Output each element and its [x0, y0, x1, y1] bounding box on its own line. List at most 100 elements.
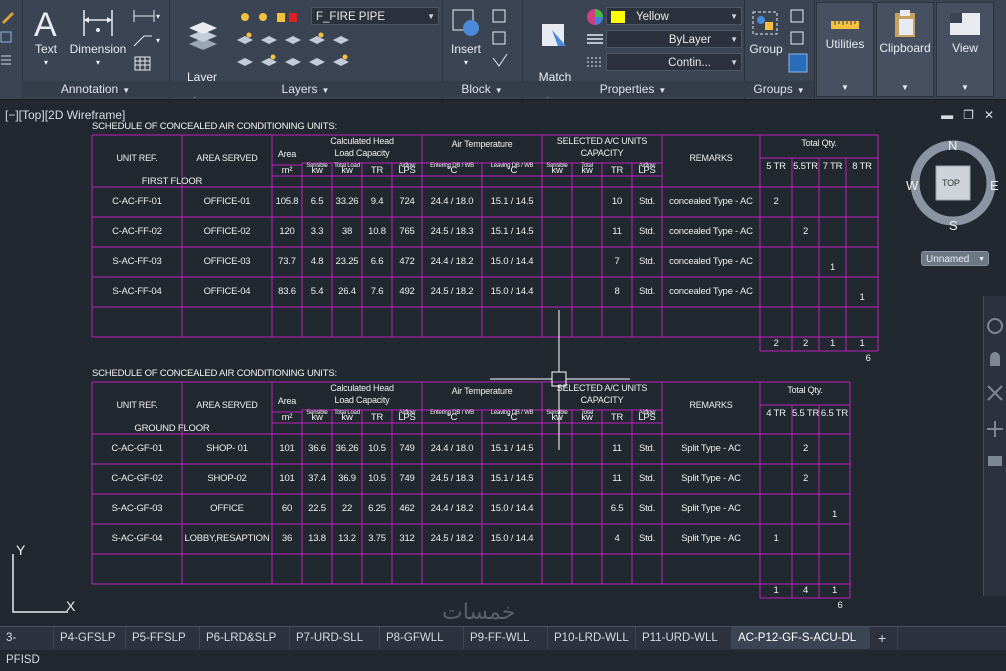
list-icon[interactable]	[0, 52, 16, 68]
leader-icon[interactable]: ▾	[132, 32, 162, 48]
layout-tab[interactable]: P5-FFSLP	[126, 627, 200, 649]
table-cell: Split Type - AC	[681, 533, 741, 544]
color-value: Yellow	[636, 11, 669, 23]
grand-total: 6	[837, 600, 843, 611]
schedule-ground-floor[interactable]: SCHEDULE OF CONCEALED AIR CONDITIONING U…	[91, 368, 882, 611]
insert-button[interactable]: Insert ▾	[446, 6, 486, 70]
layout-tab[interactable]: P9-FF-WLL	[464, 627, 548, 649]
table-cell: 15.0 / 14.4	[490, 503, 534, 514]
viewport-controls-label[interactable]: [−][Top][2D Wireframe]	[5, 108, 125, 122]
qty-cell: 2	[802, 226, 809, 237]
header-lps: LPS	[638, 165, 656, 176]
compass-south[interactable]: S	[949, 218, 958, 233]
block-panel-label[interactable]: Block ▼	[442, 81, 522, 97]
header-qty-col: 4 TR	[766, 408, 786, 419]
header-area-unit: m²	[281, 412, 293, 423]
dimension-button[interactable]: Dimension ▾	[68, 6, 128, 70]
layout-tab[interactable]: P6-LRD&SLP	[200, 627, 290, 649]
table-cell: Std.	[638, 226, 656, 237]
pencil-icon[interactable]	[0, 8, 16, 24]
chevron-down-icon: ▼	[841, 83, 849, 92]
layout-tab[interactable]: AC-P12-GF-S-ACU-DL	[732, 627, 870, 649]
qty-cell: 2	[802, 443, 809, 454]
layout-tab[interactable]: P10-LRD-WLL	[548, 627, 636, 649]
header-remarks: REMARKS	[689, 400, 733, 410]
schedule-first-floor[interactable]: SCHEDULE OF CONCEALED AIR CONDITIONING U…	[91, 121, 882, 364]
insert-block-icon	[452, 9, 479, 36]
group-tools-icons[interactable]	[788, 8, 810, 78]
properties-panel-label[interactable]: Properties ▼	[522, 81, 744, 97]
table-cell: Split Type - AC	[681, 473, 741, 484]
ucs-dropdown[interactable]: Unnamed ▼	[921, 251, 989, 266]
panel-block: Insert ▾ Block ▼	[442, 0, 523, 99]
table-cell: Split Type - AC	[681, 443, 741, 454]
layout-tab[interactable]: P4-GFSLP	[54, 627, 126, 649]
table-cell: 15.0 / 14.4	[490, 286, 534, 297]
linetype-dropdown[interactable]: Contin... ▼	[606, 53, 742, 71]
header-area-served: AREA SERVED	[196, 153, 258, 163]
close-icon[interactable]: ✕	[984, 108, 994, 122]
layout-tab[interactable]: P8-GFWLL	[380, 627, 464, 649]
drawing-viewport[interactable]: [−][Top][2D Wireframe] ▬ ❐ ✕ SCHEDULE OF C…	[0, 100, 1006, 626]
compass-north[interactable]: N	[948, 138, 957, 153]
header-tr: TR	[370, 412, 384, 423]
layer-dropdown[interactable]: F_FIRE PIPE ▼	[311, 7, 439, 25]
table-cell: 36	[281, 533, 293, 544]
groups-panel-label[interactable]: Groups ▼	[744, 81, 814, 97]
linear-dim-icon[interactable]: ▾	[132, 8, 162, 24]
table-cell: 765	[399, 226, 415, 237]
annotation-panel-label[interactable]: Annotation ▼	[22, 81, 169, 97]
match-properties-icon	[542, 24, 566, 46]
utilities-button[interactable]: Utilities ▼	[816, 2, 874, 97]
modify-icon[interactable]	[0, 30, 16, 46]
layout-tab[interactable]: P7-URD-SLL	[290, 627, 380, 649]
color-dropdown[interactable]: Yellow ▼	[606, 7, 742, 25]
dimension-button-label: Dimension	[69, 42, 127, 56]
block-tools-icons[interactable]	[490, 8, 512, 72]
viewport-window-controls: ▬ ❐ ✕	[931, 108, 994, 122]
view-button[interactable]: View ▼	[936, 2, 994, 97]
chevron-down-icon: ▼	[961, 83, 969, 92]
table-cell: 24.4 / 18.2	[430, 256, 474, 267]
table-cell: 13.2	[338, 533, 356, 544]
header-deg: °C	[446, 165, 458, 176]
table-cell: concealed Type - AC	[669, 256, 753, 267]
group-label: Group	[749, 42, 783, 56]
compass-east[interactable]: E	[990, 178, 999, 193]
table-cell: 15.0 / 14.4	[490, 533, 534, 544]
layout-tab[interactable]: P11-URD-WLL	[636, 627, 732, 649]
table-icon[interactable]	[134, 56, 152, 72]
table-cell: 15.1 / 14.5	[490, 226, 534, 237]
navigation-bar[interactable]	[983, 296, 1006, 596]
total-cell: 1	[859, 338, 865, 349]
clipboard-label: Clipboard	[879, 41, 931, 55]
view-icon	[950, 13, 980, 35]
header-kw: kw	[581, 165, 593, 176]
table-cell: 5.4	[310, 286, 324, 297]
restore-icon[interactable]: ❐	[963, 108, 974, 122]
total-cell: 2	[802, 338, 809, 349]
table-cell: 105.8	[275, 196, 299, 207]
table-cell: 4.8	[310, 256, 324, 267]
lineweight-dropdown[interactable]: ByLayer ▼	[606, 30, 742, 48]
navbar-tools-icons	[987, 318, 1003, 466]
minimize-icon[interactable]: ▬	[941, 108, 953, 122]
header-kw: kw	[311, 412, 323, 423]
table-cell: 11	[612, 226, 622, 237]
insert-label: Insert	[450, 42, 481, 56]
compass-west[interactable]: W	[906, 178, 918, 193]
header-load-capacity: Load Capacity	[334, 395, 390, 405]
viewcube[interactable]: N S E W TOP	[904, 134, 1002, 233]
clipboard-button[interactable]: Clipboard ▼	[876, 2, 934, 97]
ucs-x-label: X	[66, 598, 76, 614]
table-cell: 33.26	[335, 196, 359, 207]
layer-tools-icons[interactable]	[235, 30, 359, 74]
add-tab-button[interactable]: +	[872, 627, 898, 649]
layout-tab[interactable]: 3-PFISD	[0, 627, 54, 666]
group-button[interactable]: Group	[746, 6, 786, 56]
text-button[interactable]: A Text ▾	[26, 6, 66, 70]
viewcube-top-face[interactable]: TOP	[942, 178, 960, 188]
table-cell: SHOP-02	[207, 473, 247, 484]
layers-panel-label[interactable]: Layers ▼	[169, 81, 442, 97]
qty-cell: 1	[773, 533, 779, 544]
